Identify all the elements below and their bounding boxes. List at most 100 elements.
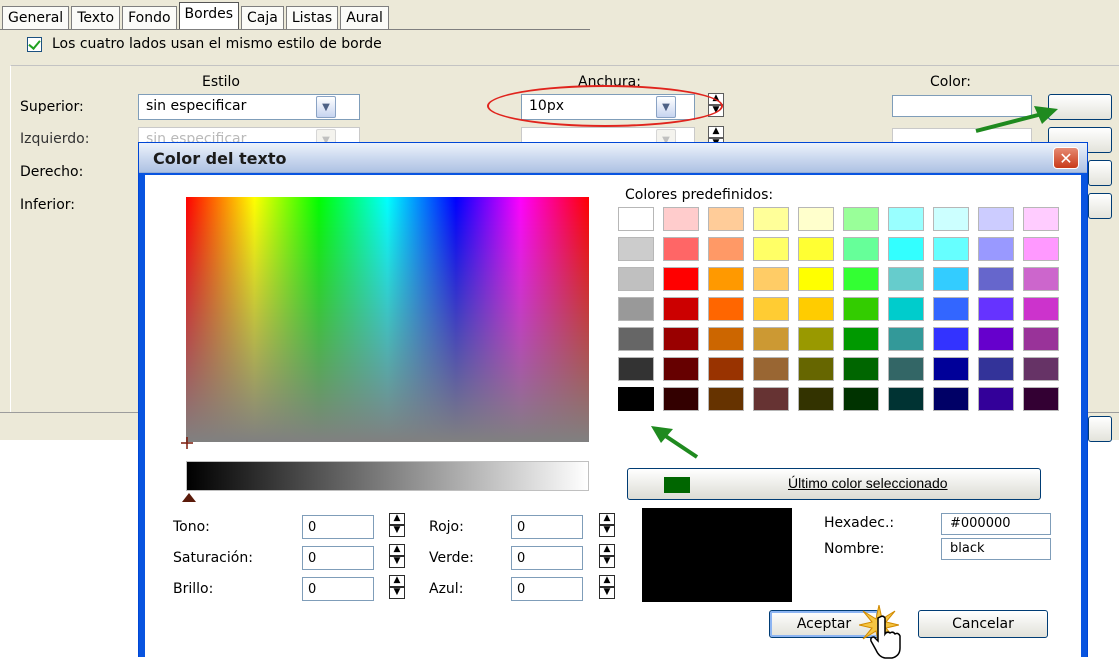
color-swatch[interactable] <box>798 357 834 381</box>
same-style-row[interactable]: Los cuatro lados usan el mismo estilo de… <box>27 36 382 52</box>
green-spinner[interactable]: ▲ ▼ <box>599 544 615 568</box>
color-swatch[interactable] <box>663 297 699 321</box>
color-swatch[interactable] <box>663 267 699 291</box>
color-swatch[interactable] <box>1023 357 1059 381</box>
color-swatch[interactable] <box>798 387 834 411</box>
color-swatch[interactable] <box>753 267 789 291</box>
hex-field[interactable]: #000000 <box>941 513 1051 535</box>
color-swatch[interactable] <box>618 327 654 351</box>
color-swatch[interactable] <box>1023 237 1059 261</box>
color-swatch[interactable] <box>753 387 789 411</box>
green-field[interactable]: 0 <box>511 546 583 570</box>
color-swatch[interactable] <box>978 357 1014 381</box>
brightness-field[interactable]: 0 <box>302 577 374 601</box>
color-swatch[interactable] <box>1023 387 1059 411</box>
color-swatch[interactable] <box>978 207 1014 231</box>
hue-spinner[interactable]: ▲ ▼ <box>389 513 405 537</box>
cancel-button[interactable]: Cancelar <box>918 610 1048 638</box>
color-swatch[interactable] <box>978 267 1014 291</box>
tab-bordes[interactable]: Bordes <box>178 2 240 30</box>
color-swatch[interactable] <box>708 297 744 321</box>
color-name-field[interactable]: black <box>941 538 1051 560</box>
spin-up-icon[interactable]: ▲ <box>708 126 724 138</box>
color-swatch[interactable] <box>618 237 654 261</box>
brightness-marker-icon[interactable] <box>182 493 196 502</box>
tab-fondo[interactable]: Fondo <box>122 6 177 30</box>
close-icon[interactable]: ✕ <box>1053 147 1079 169</box>
color-swatch[interactable] <box>843 327 879 351</box>
color-swatch[interactable] <box>618 297 654 321</box>
right-color-picker-button[interactable] <box>1088 160 1112 186</box>
color-swatch[interactable] <box>978 297 1014 321</box>
tab-general[interactable]: General <box>2 6 70 30</box>
color-swatch[interactable] <box>843 267 879 291</box>
color-swatch[interactable] <box>1023 267 1059 291</box>
color-swatch[interactable] <box>708 267 744 291</box>
color-swatch[interactable] <box>663 327 699 351</box>
color-swatch[interactable] <box>843 297 879 321</box>
color-swatch[interactable] <box>618 357 654 381</box>
color-swatch[interactable] <box>753 207 789 231</box>
color-swatch[interactable] <box>888 267 924 291</box>
color-swatch[interactable] <box>663 237 699 261</box>
blue-field[interactable]: 0 <box>511 577 583 601</box>
saturation-field[interactable]: 0 <box>302 546 374 570</box>
tab-caja[interactable]: Caja <box>241 6 284 30</box>
blue-spinner[interactable]: ▲ ▼ <box>599 575 615 599</box>
color-swatch[interactable] <box>978 387 1014 411</box>
red-field[interactable]: 0 <box>511 515 583 539</box>
color-swatch[interactable] <box>843 387 879 411</box>
color-swatch[interactable] <box>798 327 834 351</box>
color-swatch[interactable] <box>798 267 834 291</box>
color-swatch[interactable] <box>933 207 969 231</box>
color-swatch[interactable] <box>843 357 879 381</box>
color-swatch[interactable] <box>888 387 924 411</box>
color-swatch[interactable] <box>618 207 654 231</box>
color-swatch[interactable] <box>843 237 879 261</box>
bottom-color-picker-button[interactable] <box>1088 193 1112 219</box>
color-swatch[interactable] <box>933 237 969 261</box>
color-swatch[interactable] <box>708 237 744 261</box>
color-spectrum[interactable] <box>186 197 589 442</box>
color-swatch[interactable] <box>708 207 744 231</box>
color-swatch[interactable] <box>708 327 744 351</box>
color-swatch[interactable] <box>616 385 656 413</box>
color-swatch[interactable] <box>978 327 1014 351</box>
color-swatch[interactable] <box>708 387 744 411</box>
brightness-slider[interactable] <box>186 461 589 491</box>
color-swatch[interactable] <box>1023 297 1059 321</box>
same-style-checkbox[interactable] <box>27 36 42 52</box>
chevron-down-icon[interactable]: ▼ <box>316 96 336 118</box>
color-swatch[interactable] <box>663 207 699 231</box>
color-swatch[interactable] <box>933 327 969 351</box>
color-swatch[interactable] <box>618 267 654 291</box>
color-swatch[interactable] <box>933 267 969 291</box>
hue-field[interactable]: 0 <box>302 515 374 539</box>
tab-listas[interactable]: Listas <box>285 6 339 30</box>
color-swatch[interactable] <box>1023 327 1059 351</box>
last-color-button[interactable]: Último color seleccionado <box>627 468 1041 500</box>
color-swatch[interactable] <box>663 387 699 411</box>
saturation-spinner[interactable]: ▲ ▼ <box>389 544 405 568</box>
brightness-spinner[interactable]: ▲ ▼ <box>389 575 405 599</box>
color-swatch[interactable] <box>978 237 1014 261</box>
ok-button-partial[interactable] <box>1088 416 1112 442</box>
color-swatch[interactable] <box>933 357 969 381</box>
color-swatch[interactable] <box>663 357 699 381</box>
color-swatch[interactable] <box>888 357 924 381</box>
color-swatch[interactable] <box>933 387 969 411</box>
color-swatch[interactable] <box>933 297 969 321</box>
color-swatch[interactable] <box>708 357 744 381</box>
color-swatch[interactable] <box>753 297 789 321</box>
color-swatch[interactable] <box>843 207 879 231</box>
color-swatch[interactable] <box>888 297 924 321</box>
color-swatch[interactable] <box>798 237 834 261</box>
color-swatch[interactable] <box>1023 207 1059 231</box>
red-spinner[interactable]: ▲ ▼ <box>599 513 615 537</box>
color-swatch[interactable] <box>888 237 924 261</box>
color-swatch[interactable] <box>888 207 924 231</box>
tab-aural[interactable]: Aural <box>340 6 389 30</box>
color-swatch[interactable] <box>753 327 789 351</box>
color-swatch[interactable] <box>798 207 834 231</box>
color-swatch[interactable] <box>753 237 789 261</box>
